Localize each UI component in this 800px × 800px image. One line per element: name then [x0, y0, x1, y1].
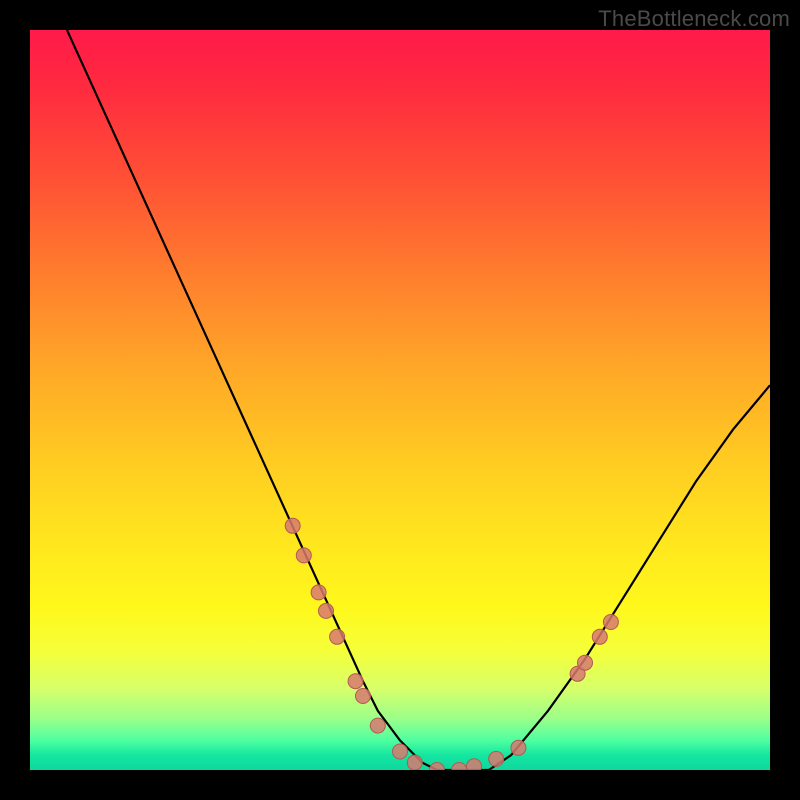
curve-marker — [296, 548, 311, 563]
curve-marker — [348, 674, 363, 689]
curve-marker — [393, 744, 408, 759]
curve-marker — [356, 689, 371, 704]
curve-marker — [578, 655, 593, 670]
curve-marker — [592, 629, 607, 644]
curve-marker — [311, 585, 326, 600]
curve-marker — [467, 759, 482, 770]
curve-marker — [603, 615, 618, 630]
curve-marker — [489, 751, 504, 766]
curve-marker — [285, 518, 300, 533]
curve-marker — [370, 718, 385, 733]
chart-frame: TheBottleneck.com — [0, 0, 800, 800]
curve-marker — [511, 740, 526, 755]
curve-marker — [452, 763, 467, 771]
curve-path — [67, 30, 770, 770]
plot-area — [30, 30, 770, 770]
curve-marker — [407, 755, 422, 770]
curve-marker — [330, 629, 345, 644]
curve-marker — [430, 763, 445, 771]
curve-marker — [319, 603, 334, 618]
watermark-text: TheBottleneck.com — [598, 6, 790, 32]
bottleneck-curve — [30, 30, 770, 770]
